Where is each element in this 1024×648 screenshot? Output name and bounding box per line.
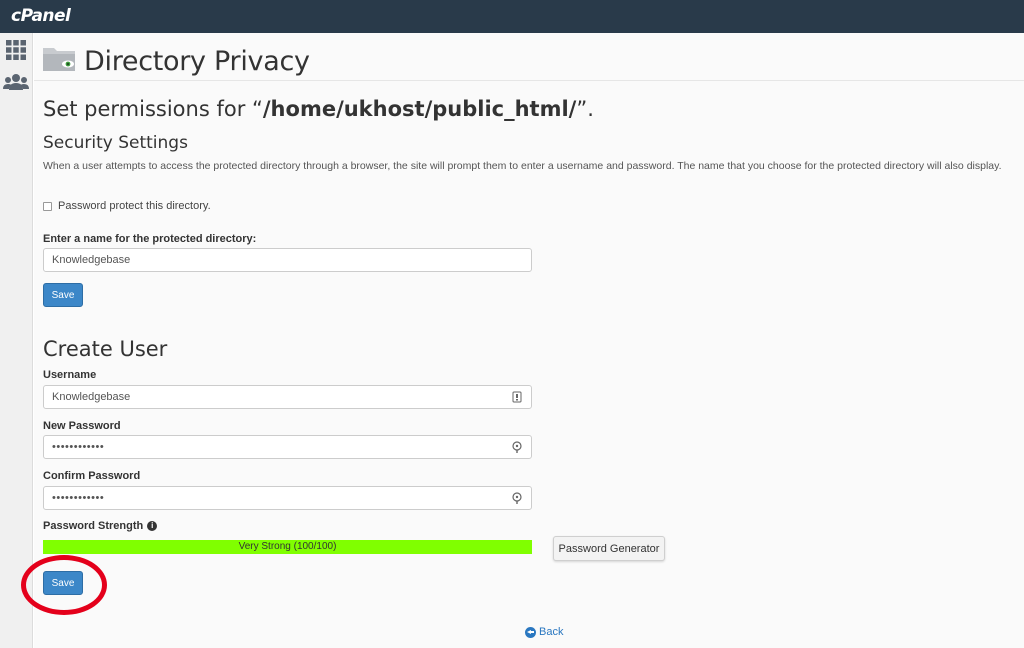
folder-eye-icon — [42, 44, 76, 72]
permissions-path: /home/ukhost/public_html/ — [262, 97, 577, 121]
contact-card-icon[interactable] — [511, 391, 523, 403]
new-password-label: New Password — [43, 420, 121, 432]
confirm-password-label: Confirm Password — [43, 470, 141, 482]
directory-name-label: Enter a name for the protected directory… — [43, 233, 257, 245]
back-link[interactable]: Back — [525, 626, 563, 638]
password-protect-checkbox[interactable] — [43, 201, 52, 211]
password-protect-row[interactable]: Password protect this directory. — [43, 200, 211, 212]
password-protect-label: Password protect this directory. — [58, 200, 211, 212]
confirm-password-value: •••••••••••• — [52, 492, 105, 504]
password-strength-value: Very Strong (100/100) — [238, 541, 337, 552]
highlight-annotation-circle — [21, 555, 107, 615]
password-strength-label: Password Strength i — [43, 520, 158, 532]
cpanel-logo[interactable]: cPanel — [11, 6, 71, 26]
top-bar: cPanel — [0, 0, 1024, 33]
sidebar — [0, 33, 33, 648]
directory-name-input[interactable]: Knowledgebase — [43, 248, 532, 272]
save-directory-button[interactable]: Save — [43, 283, 83, 307]
password-strength-meter: Very Strong (100/100) — [43, 540, 532, 554]
key-icon[interactable] — [511, 492, 523, 504]
confirm-password-input[interactable]: •••••••••••• — [43, 486, 532, 510]
permissions-heading: Set permissions for “/home/ukhost/public… — [43, 97, 594, 121]
arrow-left-circle-icon — [525, 626, 536, 638]
password-strength-text: Password Strength — [43, 520, 144, 532]
security-settings-title: Security Settings — [43, 133, 188, 153]
username-label: Username — [43, 369, 97, 381]
main-content: Directory Privacy Set permissions for “/… — [21, 33, 1024, 648]
username-value: Knowledgebase — [52, 391, 131, 403]
username-input[interactable]: Knowledgebase — [43, 385, 532, 409]
grid-icon[interactable] — [5, 39, 27, 61]
key-icon[interactable] — [511, 441, 523, 453]
new-password-input[interactable]: •••••••••••• — [43, 435, 532, 459]
page-title: Directory Privacy — [84, 46, 310, 77]
permissions-suffix: ”. — [576, 97, 594, 121]
security-description: When a user attempts to access the prote… — [43, 160, 1002, 172]
back-label: Back — [539, 626, 564, 638]
password-generator-button[interactable]: Password Generator — [553, 536, 665, 561]
info-icon[interactable]: i — [147, 521, 158, 531]
users-icon[interactable] — [3, 71, 29, 93]
create-user-title: Create User — [43, 337, 168, 361]
permissions-prefix: Set permissions for “ — [43, 97, 263, 121]
new-password-value: •••••••••••• — [52, 441, 105, 453]
page-header: Directory Privacy — [34, 33, 1024, 81]
directory-name-value: Knowledgebase — [52, 254, 131, 266]
